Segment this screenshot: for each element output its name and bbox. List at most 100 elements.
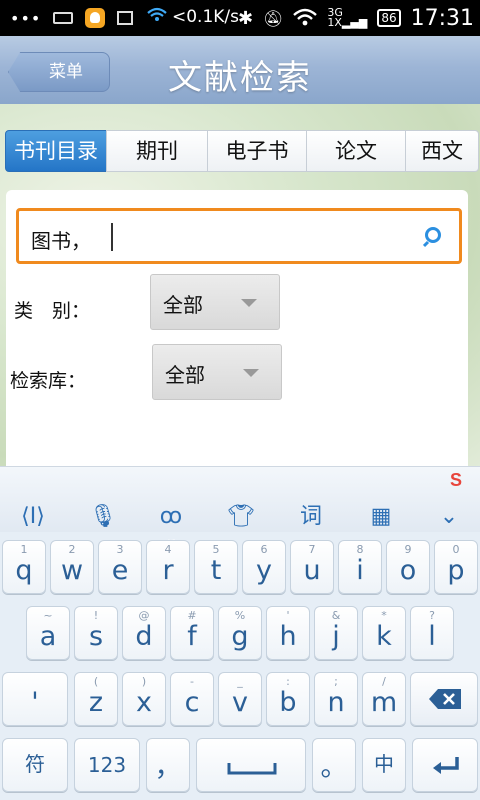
battery-icon: 86 — [377, 9, 401, 27]
key-d[interactable]: @ d — [122, 606, 166, 660]
key-label: 中 — [374, 752, 394, 776]
tab-journals[interactable]: 期刊 — [106, 130, 208, 172]
key-apostrophe[interactable]: ' — [2, 672, 68, 726]
key-n[interactable]: ; n — [314, 672, 358, 726]
search-icon[interactable] — [423, 225, 447, 249]
tab-ebooks[interactable]: 电子书 — [207, 130, 307, 172]
key-g[interactable]: % g — [218, 606, 262, 660]
link-icon[interactable]: ꝏ新 — [156, 503, 186, 550]
backspace-icon — [429, 689, 461, 709]
clock: 17:31 — [410, 5, 474, 31]
microphone-icon[interactable]: 🎙︎ — [88, 503, 118, 531]
qr-code-icon[interactable]: ▦ — [366, 503, 396, 531]
enter-key[interactable] — [412, 738, 478, 792]
skin-icon[interactable]: 👕︎ — [226, 503, 256, 531]
key-label: d — [135, 621, 153, 652]
key-o[interactable]: 9o — [386, 540, 430, 594]
mute-icon: 🔕︎ — [263, 8, 284, 28]
collapse-icon[interactable]: ⌄ — [434, 503, 464, 531]
key-label: l — [428, 621, 436, 652]
key-label: z — [88, 687, 104, 718]
category-value: 全部 — [163, 293, 203, 317]
key-label: t — [210, 555, 222, 586]
key-label: s — [88, 621, 104, 652]
cursor-move-icon[interactable]: ⟨I⟩ — [18, 503, 48, 531]
dropdown-arrow-icon — [243, 369, 259, 377]
bluetooth-icon: ✱ — [237, 7, 254, 29]
search-input[interactable]: 图书， — [16, 208, 462, 264]
key-h[interactable]: ' h — [266, 606, 310, 660]
key-label: 。 — [320, 752, 348, 783]
key-i[interactable]: 8i — [338, 540, 382, 594]
key-j[interactable]: & j — [314, 606, 358, 660]
key-r[interactable]: 4r — [146, 540, 190, 594]
key-label: c — [184, 687, 200, 718]
key-e[interactable]: 3e — [98, 540, 142, 594]
key-a[interactable]: ~ a — [26, 606, 70, 660]
numbers-key[interactable]: 123 — [74, 738, 140, 792]
key-label: ' — [31, 687, 39, 718]
key-z[interactable]: (z — [74, 672, 118, 726]
search-panel: 图书， 类 别： 全部 检索库： 全部 — [6, 190, 468, 466]
enter-icon — [433, 757, 459, 774]
key-u[interactable]: 7u — [290, 540, 334, 594]
category-tabs: 书刊目录 期刊 电子书 论文 西文 — [5, 130, 480, 172]
svg-text:S: S — [450, 470, 462, 489]
key-s[interactable]: ! s — [74, 606, 118, 660]
dictionary-icon[interactable]: 词1 — [296, 503, 326, 550]
wifi-activity-icon — [147, 7, 167, 21]
space-key[interactable] — [196, 738, 306, 792]
key-t[interactable]: 5t — [194, 540, 238, 594]
key-label: w — [60, 555, 84, 586]
key-label: a — [39, 621, 57, 652]
backspace-key[interactable] — [410, 672, 478, 726]
key-l[interactable]: ? l — [410, 606, 454, 660]
key-b[interactable]: :b — [266, 672, 310, 726]
period-key[interactable]: 。 — [312, 738, 356, 792]
tab-catalog[interactable]: 书刊目录 — [5, 130, 107, 172]
key-m[interactable]: / m — [362, 672, 406, 726]
wifi-icon — [293, 8, 318, 26]
key-label: h — [279, 621, 297, 652]
key-label: 符 — [25, 752, 45, 776]
tab-western[interactable]: 西文 — [405, 130, 479, 172]
key-v[interactable]: _ v — [218, 672, 262, 726]
key-label: i — [356, 555, 364, 586]
key-c[interactable]: -c — [170, 672, 214, 726]
category-dropdown[interactable]: 全部 — [150, 274, 280, 330]
key-y[interactable]: 6y — [242, 540, 286, 594]
dropdown-arrow-icon — [241, 299, 257, 307]
key-x[interactable]: ) x — [122, 672, 166, 726]
key-label: p — [447, 555, 465, 586]
key-label: f — [187, 621, 197, 652]
key-w[interactable]: 2w — [50, 540, 94, 594]
database-dropdown[interactable]: 全部 — [152, 344, 282, 400]
search-input-value: 图书， — [31, 229, 91, 253]
database-label: 检索库： — [10, 370, 87, 392]
key-label: m — [370, 687, 398, 718]
key-label: n — [327, 687, 345, 718]
text-cursor — [111, 223, 113, 251]
language-switch-key[interactable]: 中 — [362, 738, 406, 792]
key-label: o — [399, 555, 417, 586]
key-k[interactable]: * k — [362, 606, 406, 660]
symbols-key[interactable]: 符 — [2, 738, 68, 792]
key-q[interactable]: 1q — [2, 540, 46, 594]
network-type: 3G — [327, 6, 343, 19]
key-label: b — [279, 687, 297, 718]
tab-theses[interactable]: 论文 — [306, 130, 406, 172]
key-f[interactable]: # f — [170, 606, 214, 660]
qq-icon — [85, 8, 106, 28]
comma-key[interactable]: ， — [146, 738, 190, 792]
key-label: j — [332, 621, 340, 652]
keyboard-toolbar: S ⟨I⟩ 🎙︎ ꝏ新 👕︎ 词1 ▦ ⌄ — [0, 466, 480, 550]
key-p[interactable]: 0p — [434, 540, 478, 594]
header: 菜单 文献检索 — [0, 36, 480, 104]
image-icon — [117, 11, 134, 25]
network-speed: <0.1K/s — [172, 7, 240, 27]
key-label: r — [162, 555, 174, 586]
key-label: ， — [154, 752, 182, 783]
key-label: e — [111, 555, 129, 586]
database-value: 全部 — [165, 363, 205, 387]
status-right: ✱ 🔕︎ 3G 1X▂▄▆ 86 17:31 — [238, 5, 474, 31]
